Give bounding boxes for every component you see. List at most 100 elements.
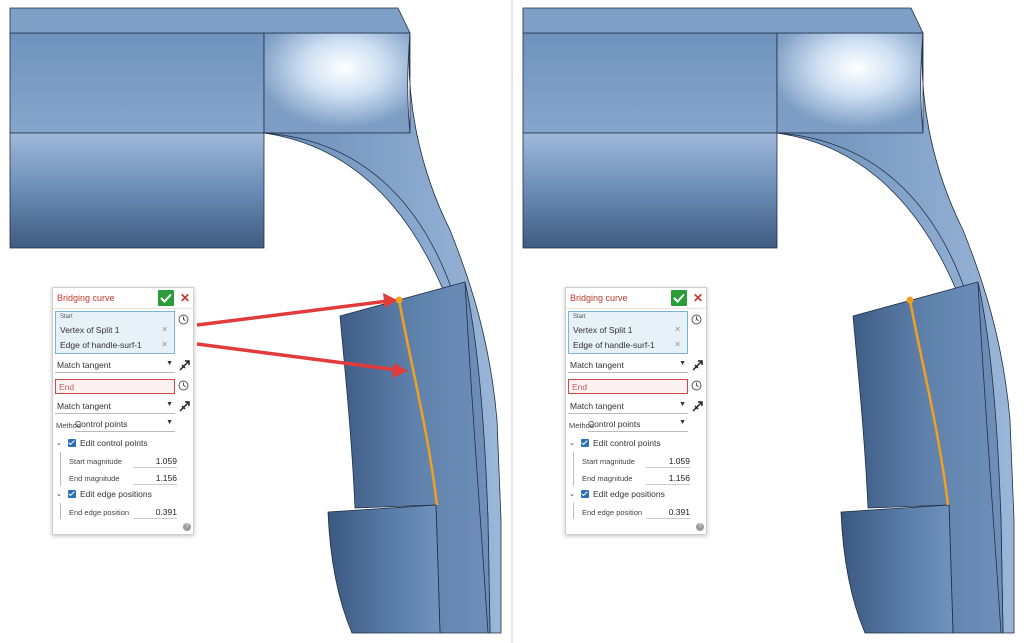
end-field-placeholder: End [59,382,75,392]
section-indent-line [60,503,61,519]
viewport-pane-left: Bridging curve ✕ Start Vertex of Split 1… [0,0,511,643]
end-edge-position-field[interactable]: End edge position 0.391 [580,506,690,519]
start-magnitude-value[interactable]: 1.059 [646,456,690,468]
flip-direction-icon[interactable] [179,359,191,371]
chevron-down-icon: ▼ [166,360,173,367]
start-match-select[interactable]: Match tangent ▼ [568,359,688,373]
end-edge-position-value[interactable]: 0.391 [646,507,690,519]
start-item-edge[interactable]: Edge of handle-surf-1 ✕ [573,340,685,352]
remove-item-icon[interactable]: ✕ [674,340,681,349]
start-item-vertex[interactable]: Vertex of Split 1 ✕ [60,325,172,337]
foot-surface [327,504,441,634]
method-value: Control points [75,419,128,429]
end-edge-position-field[interactable]: End edge position 0.391 [67,506,177,519]
checkbox-checked-icon[interactable] [581,490,589,498]
dialog-header: Bridging curve ✕ [53,288,193,309]
end-magnitude-label: End magnitude [69,474,120,483]
start-item-label: Vertex of Split 1 [573,325,633,335]
flip-direction-icon[interactable] [179,400,191,412]
help-icon[interactable]: ? [183,523,191,531]
method-select[interactable]: Control points ▼ [588,418,688,432]
remove-item-icon[interactable]: ✕ [161,340,168,349]
start-item-label: Edge of handle-surf-1 [60,340,142,350]
edit-control-points-label: Edit control points [593,438,661,448]
flip-direction-icon[interactable] [692,359,704,371]
section-indent-line [60,452,61,486]
start-field-label: Start [60,314,73,320]
clock-icon[interactable] [691,314,702,325]
start-magnitude-label: Start magnitude [69,457,122,466]
close-x-icon: ✕ [692,291,704,305]
method-value: Control points [588,419,641,429]
chevron-down-icon: ▼ [166,419,173,426]
clock-icon[interactable] [178,380,189,391]
body-top-edge [9,7,411,34]
edit-edge-positions-label: Edit edge positions [80,489,152,499]
edit-control-points-section[interactable]: ⌄ Edit control points [55,438,185,450]
body-top-edge [522,7,924,34]
checkbox-checked-icon[interactable] [68,439,76,447]
end-magnitude-value[interactable]: 1.156 [133,473,177,485]
start-selection-field[interactable]: Start Vertex of Split 1 ✕ Edge of handle… [568,311,688,354]
start-magnitude-field[interactable]: Start magnitude 1.059 [580,455,690,468]
start-magnitude-label: Start magnitude [582,457,635,466]
start-item-label: Vertex of Split 1 [60,325,120,335]
end-magnitude-label: End magnitude [582,474,633,483]
chevron-down-icon: ▼ [166,401,173,408]
edit-edge-positions-section[interactable]: ⌄ Edit edge positions [568,489,698,501]
end-magnitude-value[interactable]: 1.156 [646,473,690,485]
checkbox-checked-icon[interactable] [581,439,589,447]
viewport-pane-right: Bridging curve ✕ Start Vertex of Split 1… [513,0,1024,643]
end-magnitude-field[interactable]: End magnitude 1.156 [67,472,177,485]
section-indent-line [573,503,574,519]
start-selection-field[interactable]: Start Vertex of Split 1 ✕ Edge of handle… [55,311,175,354]
start-match-value: Match tangent [570,360,624,370]
start-vertex-point [906,296,914,304]
start-item-edge[interactable]: Edge of handle-surf-1 ✕ [60,340,172,352]
edit-edge-positions-label: Edit edge positions [593,489,665,499]
clock-icon[interactable] [691,380,702,391]
edit-control-points-label: Edit control points [80,438,148,448]
checkbox-checked-icon[interactable] [68,490,76,498]
start-item-label: Edge of handle-surf-1 [573,340,655,350]
end-match-select[interactable]: Match tangent ▼ [55,400,175,414]
chevron-down-icon[interactable]: ⌄ [56,490,62,498]
end-selection-field[interactable]: End [55,379,175,394]
clock-icon[interactable] [178,314,189,325]
start-match-select[interactable]: Match tangent ▼ [55,359,175,373]
end-match-select[interactable]: Match tangent ▼ [568,400,688,414]
confirm-button[interactable] [158,290,174,306]
start-item-vertex[interactable]: Vertex of Split 1 ✕ [573,325,685,337]
section-indent-line [573,452,574,486]
dialog-title: Bridging curve [570,293,628,303]
chevron-down-icon: ▼ [679,419,686,426]
body-lower-front-face [522,132,778,249]
edit-edge-positions-section[interactable]: ⌄ Edit edge positions [55,489,185,501]
close-x-icon: ✕ [179,291,191,305]
edit-control-points-section[interactable]: ⌄ Edit control points [568,438,698,450]
chevron-down-icon: ▼ [679,360,686,367]
remove-item-icon[interactable]: ✕ [674,325,681,334]
confirm-button[interactable] [671,290,687,306]
method-select[interactable]: Control points ▼ [75,418,175,432]
body-top-shine-face [263,32,411,134]
foot-surface [840,504,954,634]
start-magnitude-value[interactable]: 1.059 [133,456,177,468]
chevron-down-icon[interactable]: ⌄ [569,490,575,498]
remove-item-icon[interactable]: ✕ [161,325,168,334]
bridging-curve-dialog: Bridging curve ✕ Start Vertex of Split 1… [565,287,707,535]
end-edge-position-value[interactable]: 0.391 [133,507,177,519]
end-magnitude-field[interactable]: End magnitude 1.156 [580,472,690,485]
start-magnitude-field[interactable]: Start magnitude 1.059 [67,455,177,468]
body-top-front-face [522,32,778,134]
end-match-value: Match tangent [570,401,624,411]
end-selection-field[interactable]: End [568,379,688,394]
help-icon[interactable]: ? [696,523,704,531]
chevron-down-icon[interactable]: ⌄ [56,439,62,447]
confirm-check-icon [160,293,172,303]
flip-direction-icon[interactable] [692,400,704,412]
bridging-curve-dialog: Bridging curve ✕ Start Vertex of Split 1… [52,287,194,535]
cancel-button[interactable]: ✕ [179,291,191,305]
chevron-down-icon[interactable]: ⌄ [569,439,575,447]
cancel-button[interactable]: ✕ [692,291,704,305]
